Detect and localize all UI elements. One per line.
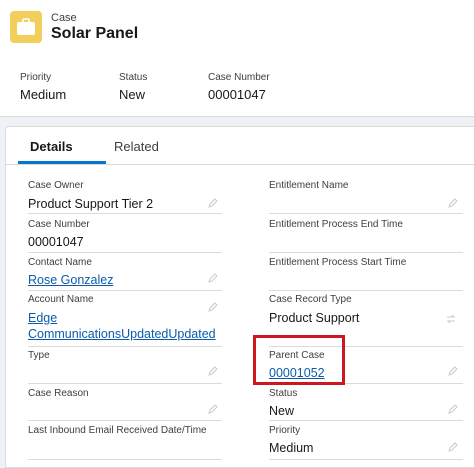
- tab-bar: Details Related: [6, 127, 474, 165]
- field-divider: [28, 383, 222, 384]
- field-divider: [269, 459, 463, 460]
- field-divider: [269, 290, 463, 291]
- field-divider: [269, 420, 463, 421]
- edit-parent-case-icon[interactable]: [448, 366, 458, 376]
- field-label: Type: [28, 350, 50, 361]
- record-header: Case Solar Panel Priority Medium Status …: [0, 0, 474, 117]
- field-value: Medium: [269, 441, 314, 455]
- highlight-priority-value: Medium: [20, 87, 67, 102]
- field-value: 00001047: [28, 235, 84, 249]
- case-icon: [10, 11, 42, 43]
- field-label: Case Record Type: [269, 294, 352, 305]
- highlight-case-number-label: Case Number: [208, 72, 270, 83]
- object-type-label: Case: [51, 12, 77, 24]
- field-divider: [28, 213, 222, 214]
- field-label: Last Inbound Email Received Date/Time: [28, 425, 207, 436]
- field-label: Entitlement Name: [269, 180, 349, 191]
- edit-case-reason-icon[interactable]: [208, 404, 218, 414]
- highlight-case-number-value: 00001047: [208, 87, 266, 102]
- field-divider: [28, 346, 222, 347]
- highlight-priority-label: Priority: [20, 72, 52, 83]
- active-tab-indicator: [18, 161, 106, 164]
- field-divider: [28, 252, 222, 253]
- tab-details[interactable]: Details: [30, 139, 73, 154]
- field-label: Account Name: [28, 294, 94, 305]
- field-divider: [28, 459, 222, 460]
- edit-contact-icon[interactable]: [208, 273, 218, 283]
- field-value: Product Support Tier 2: [28, 197, 154, 211]
- change-record-type-icon[interactable]: [445, 313, 457, 325]
- edit-entitlement-icon[interactable]: [448, 198, 458, 208]
- field-value: Product Support: [269, 311, 360, 325]
- edit-status-icon[interactable]: [448, 404, 458, 414]
- edit-type-icon[interactable]: [208, 366, 218, 376]
- field-label: Priority: [269, 425, 301, 436]
- field-divider: [28, 420, 222, 421]
- contact-name-link[interactable]: Rose Gonzalez: [28, 273, 113, 287]
- field-label: Entitlement Process Start Time: [269, 257, 407, 268]
- field-label: Case Number: [28, 219, 90, 230]
- field-label: Entitlement Process End Time: [269, 219, 403, 230]
- account-name-link-line1[interactable]: Edge: [28, 311, 57, 325]
- change-owner-icon[interactable]: [208, 198, 218, 208]
- field-label: Contact Name: [28, 257, 92, 268]
- highlight-status-value: New: [119, 87, 146, 102]
- field-divider: [269, 213, 463, 214]
- parent-case-highlight-box: [253, 335, 345, 385]
- field-value: New: [269, 404, 295, 418]
- field-label: Case Reason: [28, 388, 89, 399]
- field-label: Status: [269, 388, 298, 399]
- edit-account-icon[interactable]: [208, 302, 218, 312]
- field-divider: [28, 290, 222, 291]
- field-divider: [269, 252, 463, 253]
- highlight-status-label: Status: [119, 72, 148, 83]
- field-label: Case Owner: [28, 180, 84, 191]
- account-name-link-line2[interactable]: CommunicationsUpdatedUpdated: [28, 327, 216, 341]
- record-title: Solar Panel: [51, 25, 139, 42]
- tab-related[interactable]: Related: [114, 139, 159, 154]
- edit-priority-icon[interactable]: [448, 442, 458, 452]
